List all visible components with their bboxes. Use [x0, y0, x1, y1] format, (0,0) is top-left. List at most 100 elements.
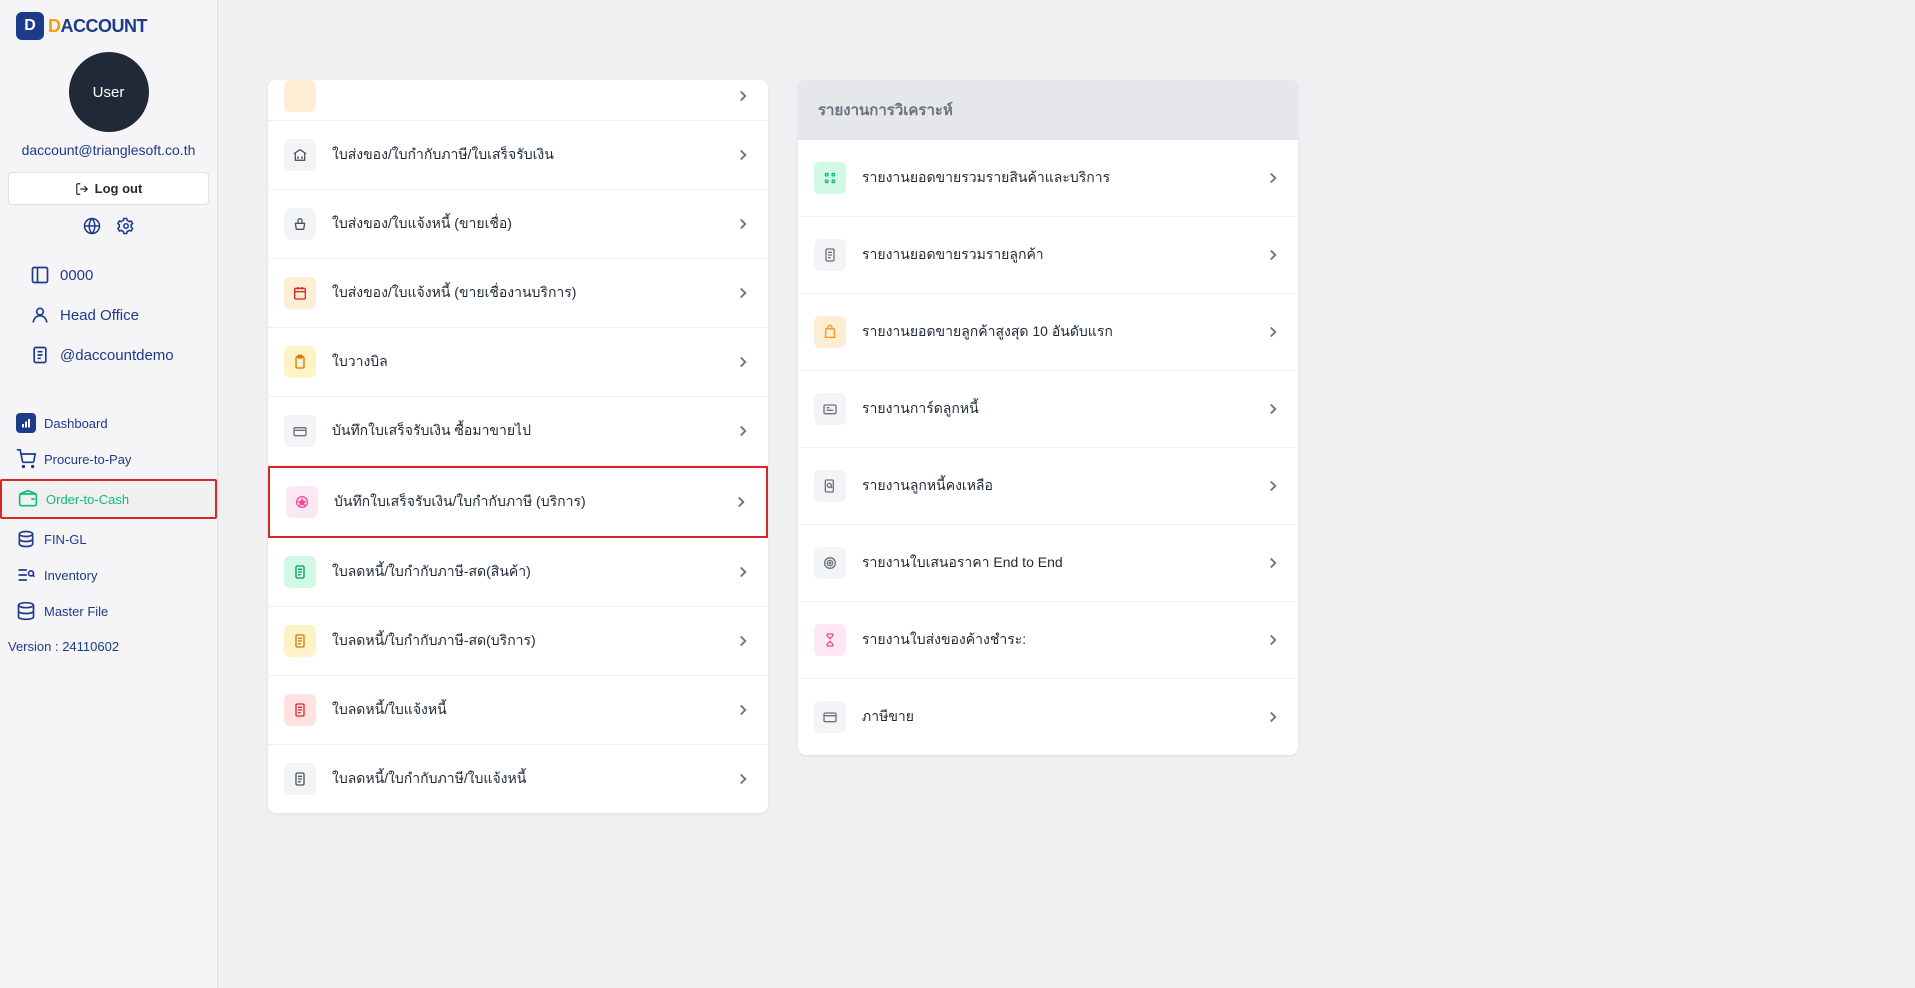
nav-procure[interactable]: Procure-to-Pay — [0, 441, 217, 477]
nav-dashboard-label: Dashboard — [44, 416, 108, 431]
star-icon — [286, 486, 318, 518]
database-icon — [16, 601, 36, 621]
nav: Dashboard Procure-to-Pay Order-to-Cash F… — [0, 405, 217, 629]
report-item[interactable]: รายงานยอดขายลูกค้าสูงสุด 10 อันดับแรก — [798, 294, 1298, 371]
basket-icon — [284, 208, 316, 240]
right-column: รายงานการวิเคราะห์ รายงานยอดขายรวมรายสิน… — [798, 80, 1298, 968]
nav-procure-label: Procure-to-Pay — [44, 452, 131, 467]
coins-icon — [16, 529, 36, 549]
chevron-right-icon — [734, 146, 752, 164]
doc-icon — [30, 345, 50, 365]
report-item[interactable]: รายงานลูกหนี้คงเหลือ — [798, 448, 1298, 525]
menu-item[interactable]: ใบลดหนี้/ใบกำกับภาษี-สด(สินค้า) — [268, 538, 768, 607]
version: Version : 24110602 — [0, 629, 217, 664]
menu-icon — [284, 80, 316, 112]
wallet-icon — [18, 489, 38, 509]
menu-item[interactable]: ใบลดหนี้/ใบกำกับภาษี-สด(บริการ) — [268, 607, 768, 676]
target-icon — [814, 547, 846, 579]
chevron-right-icon — [734, 632, 752, 650]
report-item[interactable]: รายงานใบเสนอราคา End to End — [798, 525, 1298, 602]
handle-row[interactable]: @daccountdemo — [0, 335, 217, 375]
handle-label: @daccountdemo — [60, 347, 174, 364]
menu-label: ใบลดหนี้/ใบกำกับภาษี-สด(บริการ) — [332, 630, 718, 652]
menu-item[interactable]: ใบส่งของ/ใบแจ้งหนี้ (ขายเชื่องานบริการ) — [268, 259, 768, 328]
logout-button[interactable]: Log out — [8, 172, 209, 205]
menu-item[interactable]: ใบส่งของ/ใบแจ้งหนี้ (ขายเชื่อ) — [268, 190, 768, 259]
chevron-right-icon — [1264, 631, 1282, 649]
menu-item[interactable]: ใบส่งของ/ใบกำกับภาษี/ใบเสร็จรับเงิน — [268, 121, 768, 190]
hourglass-icon — [814, 624, 846, 656]
nav-master[interactable]: Master File — [0, 593, 217, 629]
report-label: รายงานใบส่งของค้างชำระ: — [862, 629, 1248, 651]
menu-label: ใบลดหนี้/ใบแจ้งหนี้ — [332, 699, 718, 721]
menu-label: บันทึกใบเสร็จรับเงิน/ใบกำกับภาษี (บริการ… — [334, 491, 716, 513]
chevron-right-icon — [734, 563, 752, 581]
report-label: รายงานยอดขายรวมรายสินค้าและบริการ — [862, 167, 1248, 189]
menu-label: ใบวางบิล — [332, 351, 718, 373]
reports-header: รายงานการวิเคราะห์ — [798, 80, 1298, 140]
chevron-right-icon — [732, 493, 750, 511]
menu-item[interactable]: ใบลดหนี้/ใบแจ้งหนี้ — [268, 676, 768, 745]
card-icon — [814, 393, 846, 425]
logo-letter: D — [24, 17, 36, 35]
chevron-right-icon — [1264, 246, 1282, 264]
logo-prefix: D — [48, 16, 61, 36]
menu-item[interactable]: ใบลดหนี้/ใบกำกับภาษี/ใบแจ้งหนี้ — [268, 745, 768, 813]
bag-icon — [814, 316, 846, 348]
chevron-right-icon — [1264, 554, 1282, 572]
report-item[interactable]: รายงานยอดขายรวมรายสินค้าและบริการ — [798, 140, 1298, 217]
nav-fingl-label: FIN-GL — [44, 532, 87, 547]
office-label: Head Office — [60, 307, 139, 324]
menu-item[interactable]: ใบวางบิล — [268, 328, 768, 397]
menu-label: ใบส่งของ/ใบแจ้งหนี้ (ขายเชื่อ) — [332, 213, 718, 235]
sidebar: D DACCOUNT User daccount@trianglesoft.co… — [0, 0, 218, 988]
report-label: รายงานการ์ดลูกหนี้ — [862, 398, 1248, 420]
icon-row — [0, 217, 217, 235]
cart-icon — [16, 449, 36, 469]
card2-icon — [814, 701, 846, 733]
globe-icon[interactable] — [83, 217, 101, 235]
menu-label: ใบลดหนี้/ใบกำกับภาษี/ใบแจ้งหนี้ — [332, 768, 718, 790]
code-row[interactable]: 0000 — [0, 255, 217, 295]
menu-item[interactable]: บันทึกใบเสร็จรับเงิน ซื้อมาขายไป — [268, 397, 768, 466]
nav-order-label: Order-to-Cash — [46, 492, 129, 507]
main: ใบส่งของ/ใบกำกับภาษี/ใบเสร็จรับเงินใบส่ง… — [218, 0, 1915, 988]
list-search-icon — [16, 565, 36, 585]
grid-icon — [814, 162, 846, 194]
bank-icon — [284, 139, 316, 171]
nav-fingl[interactable]: FIN-GL — [0, 521, 217, 557]
report-item[interactable]: รายงานการ์ดลูกหนี้ — [798, 371, 1298, 448]
office-row[interactable]: Head Office — [0, 295, 217, 335]
doc-icon — [814, 239, 846, 271]
menu-card: ใบส่งของ/ใบกำกับภาษี/ใบเสร็จรับเงินใบส่ง… — [268, 80, 768, 813]
logo-text: DACCOUNT — [48, 16, 147, 37]
left-column: ใบส่งของ/ใบกำกับภาษี/ใบเสร็จรับเงินใบส่ง… — [268, 80, 768, 968]
nav-order[interactable]: Order-to-Cash — [0, 479, 217, 519]
menu-label: บันทึกใบเสร็จรับเงิน ซื้อมาขายไป — [332, 420, 718, 442]
nav-inventory[interactable]: Inventory — [0, 557, 217, 593]
gear-icon[interactable] — [117, 217, 135, 235]
report-label: รายงานยอดขายรวมรายลูกค้า — [862, 244, 1248, 266]
code-label: 0000 — [60, 267, 93, 284]
menu-item-top[interactable] — [268, 80, 768, 121]
chevron-right-icon — [734, 353, 752, 371]
logout-icon — [75, 182, 89, 196]
menu-label: ใบส่งของ/ใบกำกับภาษี/ใบเสร็จรับเงิน — [332, 144, 718, 166]
report-item[interactable]: รายงานยอดขายรวมรายลูกค้า — [798, 217, 1298, 294]
reports-card: รายงานการวิเคราะห์ รายงานยอดขายรวมรายสิน… — [798, 80, 1298, 755]
nav-master-label: Master File — [44, 604, 108, 619]
report-item[interactable]: รายงานใบส่งของค้างชำระ: — [798, 602, 1298, 679]
credit-icon — [284, 415, 316, 447]
chevron-right-icon — [734, 422, 752, 440]
doc-icon — [284, 694, 316, 726]
chevron-right-icon — [1264, 708, 1282, 726]
nav-dashboard[interactable]: Dashboard — [0, 405, 217, 441]
logo: D DACCOUNT — [0, 0, 217, 52]
logo-suffix: ACCOUNT — [61, 16, 148, 36]
chevron-right-icon — [734, 770, 752, 788]
avatar[interactable]: User — [69, 52, 149, 132]
chevron-right-icon — [1264, 477, 1282, 495]
search-icon — [814, 470, 846, 502]
report-item[interactable]: ภาษีขาย — [798, 679, 1298, 755]
menu-item[interactable]: บันทึกใบเสร็จรับเงิน/ใบกำกับภาษี (บริการ… — [268, 466, 768, 538]
